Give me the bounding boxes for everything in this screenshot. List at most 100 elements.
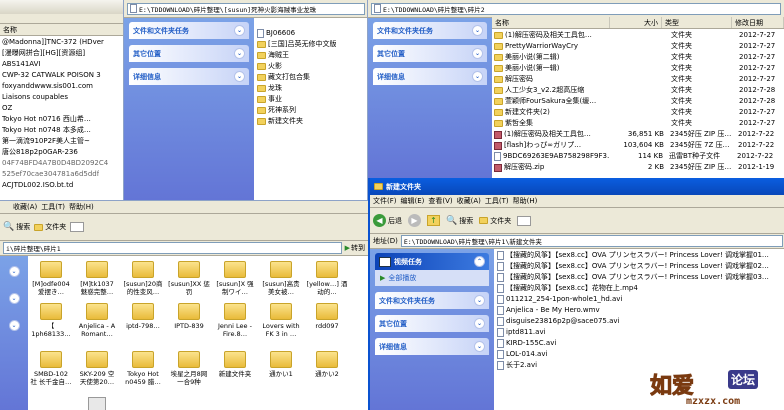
folder-item[interactable]: [M]tk1037 魅惑完整… bbox=[76, 261, 118, 296]
folder-item[interactable]: SKY-209 空 天使第20… bbox=[76, 351, 118, 386]
panel-file-tasks[interactable]: 文件和文件夹任务 ⌄ bbox=[129, 22, 249, 39]
list-item[interactable]: foxyanddwww.sis001.com bbox=[2, 81, 122, 92]
panel-details[interactable]: 详细信息 ⌄ bbox=[129, 68, 249, 85]
list-item[interactable]: 04F74BFD4A7B0D4BD2092C4 bbox=[2, 158, 122, 169]
list-item[interactable]: OZ bbox=[2, 103, 122, 114]
chevron-down-icon[interactable]: ⌄ bbox=[234, 25, 245, 36]
list-item[interactable]: 海贼王 bbox=[257, 50, 367, 61]
table-row[interactable]: 萱颖师FourSakura全集(缓… 文件夹 2012-7-28 bbox=[494, 96, 784, 107]
list-item[interactable]: 第一滴流910P2F美人主管~ bbox=[2, 136, 122, 147]
list-item[interactable]: 新建文件夹 bbox=[257, 116, 367, 127]
panel-details[interactable]: 详细信息 ⌄ bbox=[373, 68, 487, 85]
table-row[interactable]: 人工少女3_v2.2超高压缩 文件夹 2012-7-28 bbox=[494, 85, 784, 96]
table-row[interactable]: 美丽小说(第二辑) 文件夹 2012-7-27 bbox=[494, 52, 784, 63]
list-item[interactable]: disguise23816p2p@sace075.avi bbox=[497, 316, 784, 327]
header-name[interactable]: 名称 bbox=[0, 24, 123, 35]
list-item[interactable]: 【搜藏的风筝】【sex8.cc】OVA プリンセスラバー! Princess L… bbox=[497, 272, 784, 283]
table-row[interactable]: PrettyWarriorWayCry 文件夹 2012-7-27 bbox=[494, 41, 784, 52]
menu-file[interactable]: 文件(F) bbox=[373, 196, 397, 206]
address-input[interactable]: E:\TDDOWNLOAD\碎片整理\[susun]死神火影海贼事业龙珠 bbox=[127, 2, 365, 15]
list-item[interactable]: 龙珠 bbox=[257, 83, 367, 94]
go-button[interactable]: ▶ 转到 bbox=[345, 243, 365, 253]
list-item[interactable]: 藏文打包合集 bbox=[257, 72, 367, 83]
folder-item[interactable]: [susun]20商 的性变风… bbox=[122, 261, 164, 296]
table-row[interactable]: 美丽小说(第一辑) 文件夹 2012-7-27 bbox=[494, 63, 784, 74]
column-header[interactable]: 名称 bbox=[0, 24, 123, 36]
table-row[interactable]: 解压密码 文件夹 2012-7-27 bbox=[494, 74, 784, 85]
table-row[interactable]: 9BDC69263E9AB758298F9F3… 114 KB 迅雷BT种子文件 20… bbox=[494, 151, 784, 162]
menu-favorites[interactable]: 收藏(A) bbox=[13, 202, 37, 212]
title-bar[interactable]: 新建文件夹 bbox=[370, 178, 784, 195]
header-date[interactable]: 修改日期 bbox=[732, 17, 784, 28]
folder-item[interactable]: [susun]高贵 美女被… bbox=[260, 261, 302, 296]
panel-file-tasks[interactable]: 文件和文件夹任务 ⌄ bbox=[375, 292, 489, 309]
chevron-down-icon[interactable]: ⌄ bbox=[474, 318, 485, 329]
folder-item[interactable]: 埃星之月8网 一合9种 bbox=[168, 351, 210, 386]
chevron-down-icon[interactable]: ⌄ bbox=[474, 341, 485, 352]
play-all-link[interactable]: ▶ 全部播放 bbox=[375, 270, 489, 286]
list-item[interactable]: [三国]吕英无修中文版 bbox=[257, 39, 367, 50]
panel-video-tasks[interactable]: 视频任务 ⌃ ▶ 全部播放 bbox=[375, 253, 489, 286]
header-type[interactable]: 类型 bbox=[662, 17, 732, 28]
menu-tools[interactable]: 工具(T) bbox=[485, 196, 509, 206]
folder-item[interactable]: iptd-798… bbox=[122, 303, 164, 330]
back-button[interactable]: ◀ 后退 bbox=[373, 214, 402, 227]
table-row[interactable]: 紫哲全集 文件夹 2012-7-27 bbox=[494, 118, 784, 129]
chevron-down-icon[interactable]: ⌄ bbox=[234, 71, 245, 82]
list-item[interactable]: 唐公818p2p0GAR-236 bbox=[2, 147, 122, 158]
menu-help[interactable]: 帮助(H) bbox=[69, 202, 94, 212]
list-item[interactable]: ABS141AVI bbox=[2, 59, 122, 70]
header-size[interactable]: 大小 bbox=[610, 17, 662, 28]
menu-favorites[interactable]: 收藏(A) bbox=[457, 196, 481, 206]
folder-item[interactable]: Lovers with FK 3 in … bbox=[260, 303, 302, 338]
views-icon[interactable] bbox=[517, 215, 532, 226]
list-item[interactable]: @Madonna]]TNC-372 (HDver bbox=[2, 37, 122, 48]
views-icon[interactable] bbox=[70, 222, 85, 232]
list-item[interactable]: KIRD-155C.avi bbox=[497, 338, 784, 349]
list-item[interactable]: 011212_254-1pon-whole1_hd.avi bbox=[497, 294, 784, 305]
list-item[interactable]: 【搜藏的风筝】【sex8.cc】花物在上.mp4 bbox=[497, 283, 784, 294]
folder-item[interactable]: [susun]XX 惩罚 bbox=[168, 261, 210, 296]
folder-item[interactable]: IPTD-839 bbox=[168, 303, 210, 330]
list-item[interactable]: LOL-014.avi bbox=[497, 349, 784, 360]
chevron-down-icon[interactable]: ⌄ bbox=[472, 25, 483, 36]
panel-other-places[interactable]: 其它位置 ⌄ bbox=[129, 45, 249, 62]
chevron-down-icon[interactable]: ⌄ bbox=[234, 48, 245, 59]
list-item[interactable]: 525ef70cae304781a6d5ddf bbox=[2, 169, 122, 180]
menu-tools[interactable]: 工具(T) bbox=[41, 202, 65, 212]
list-item[interactable]: 事业 bbox=[257, 94, 367, 105]
list-item[interactable]: 【搜藏的风筝】【sex8.cc】OVA プリンセスラバー! Princess L… bbox=[497, 250, 784, 261]
list-item[interactable]: BJ06606 bbox=[257, 28, 367, 39]
table-row[interactable]: (1)解压密码及相关工具包… 文件夹 2012-7-27 bbox=[494, 30, 784, 41]
folder-item[interactable]: 【 1ph68133… bbox=[30, 303, 72, 338]
list-item[interactable]: 【搜藏的风筝】【sex8.cc】OVA プリンセスラバー! Princess L… bbox=[497, 261, 784, 272]
folder-item[interactable]: Jenni Lee - Fire.8… bbox=[214, 303, 256, 338]
search-button[interactable]: 🔍 搜索 bbox=[446, 216, 473, 226]
folder-item[interactable]: rdd097 bbox=[306, 303, 348, 330]
list-item[interactable]: Liaisons coupables bbox=[2, 92, 122, 103]
menu-help[interactable]: 帮助(H) bbox=[513, 196, 538, 206]
panel-details[interactable]: 详细信息 ⌄ bbox=[375, 338, 489, 355]
header-name[interactable]: 名称 bbox=[492, 17, 610, 28]
folder-item[interactable]: [susun]X 强制ワイ… bbox=[214, 261, 256, 296]
chevron-down-icon[interactable]: ⌄ bbox=[8, 320, 20, 331]
panel-other-places[interactable]: 其它位置 ⌄ bbox=[375, 315, 489, 332]
folder-item[interactable]: [M]odfe004 爱摆き… bbox=[30, 261, 72, 296]
address-input[interactable]: E:\TDDOWNLOAD\碎片整理\碎片2 bbox=[371, 2, 781, 15]
list-item[interactable]: CWP-32 CATWALK POISON 3 bbox=[2, 70, 122, 81]
list-item[interactable]: Anjelica - Be My Hero.wmv bbox=[497, 305, 784, 316]
folder-item[interactable]: [yellow…] 酒动的… bbox=[306, 261, 348, 296]
chevron-up-icon[interactable]: ⌃ bbox=[474, 256, 485, 267]
chevron-down-icon[interactable]: ⌄ bbox=[472, 48, 483, 59]
folders-button[interactable]: 文件夹 bbox=[34, 222, 66, 232]
folders-button[interactable]: 文件夹 bbox=[479, 216, 511, 226]
folder-item[interactable]: Tokyo Hot n0459 腊… bbox=[122, 351, 164, 386]
list-item[interactable]: [漫曝网拼合][HG][资源组] bbox=[2, 48, 122, 59]
folder-item[interactable]: SMBD-102 社 长千金自… bbox=[30, 351, 72, 386]
table-row[interactable]: 解压密码.zip 2 KB 2345好压 ZIP 压… 2012-1-19 bbox=[494, 162, 784, 173]
search-button[interactable]: 🔍 搜索 bbox=[3, 222, 30, 232]
address-input[interactable]: i\碎片整理\碎片1 bbox=[3, 242, 342, 254]
chevron-down-icon[interactable]: ⌄ bbox=[474, 295, 485, 306]
chevron-down-icon[interactable]: ⌄ bbox=[472, 71, 483, 82]
chevron-down-icon[interactable]: ⌄ bbox=[8, 293, 20, 304]
